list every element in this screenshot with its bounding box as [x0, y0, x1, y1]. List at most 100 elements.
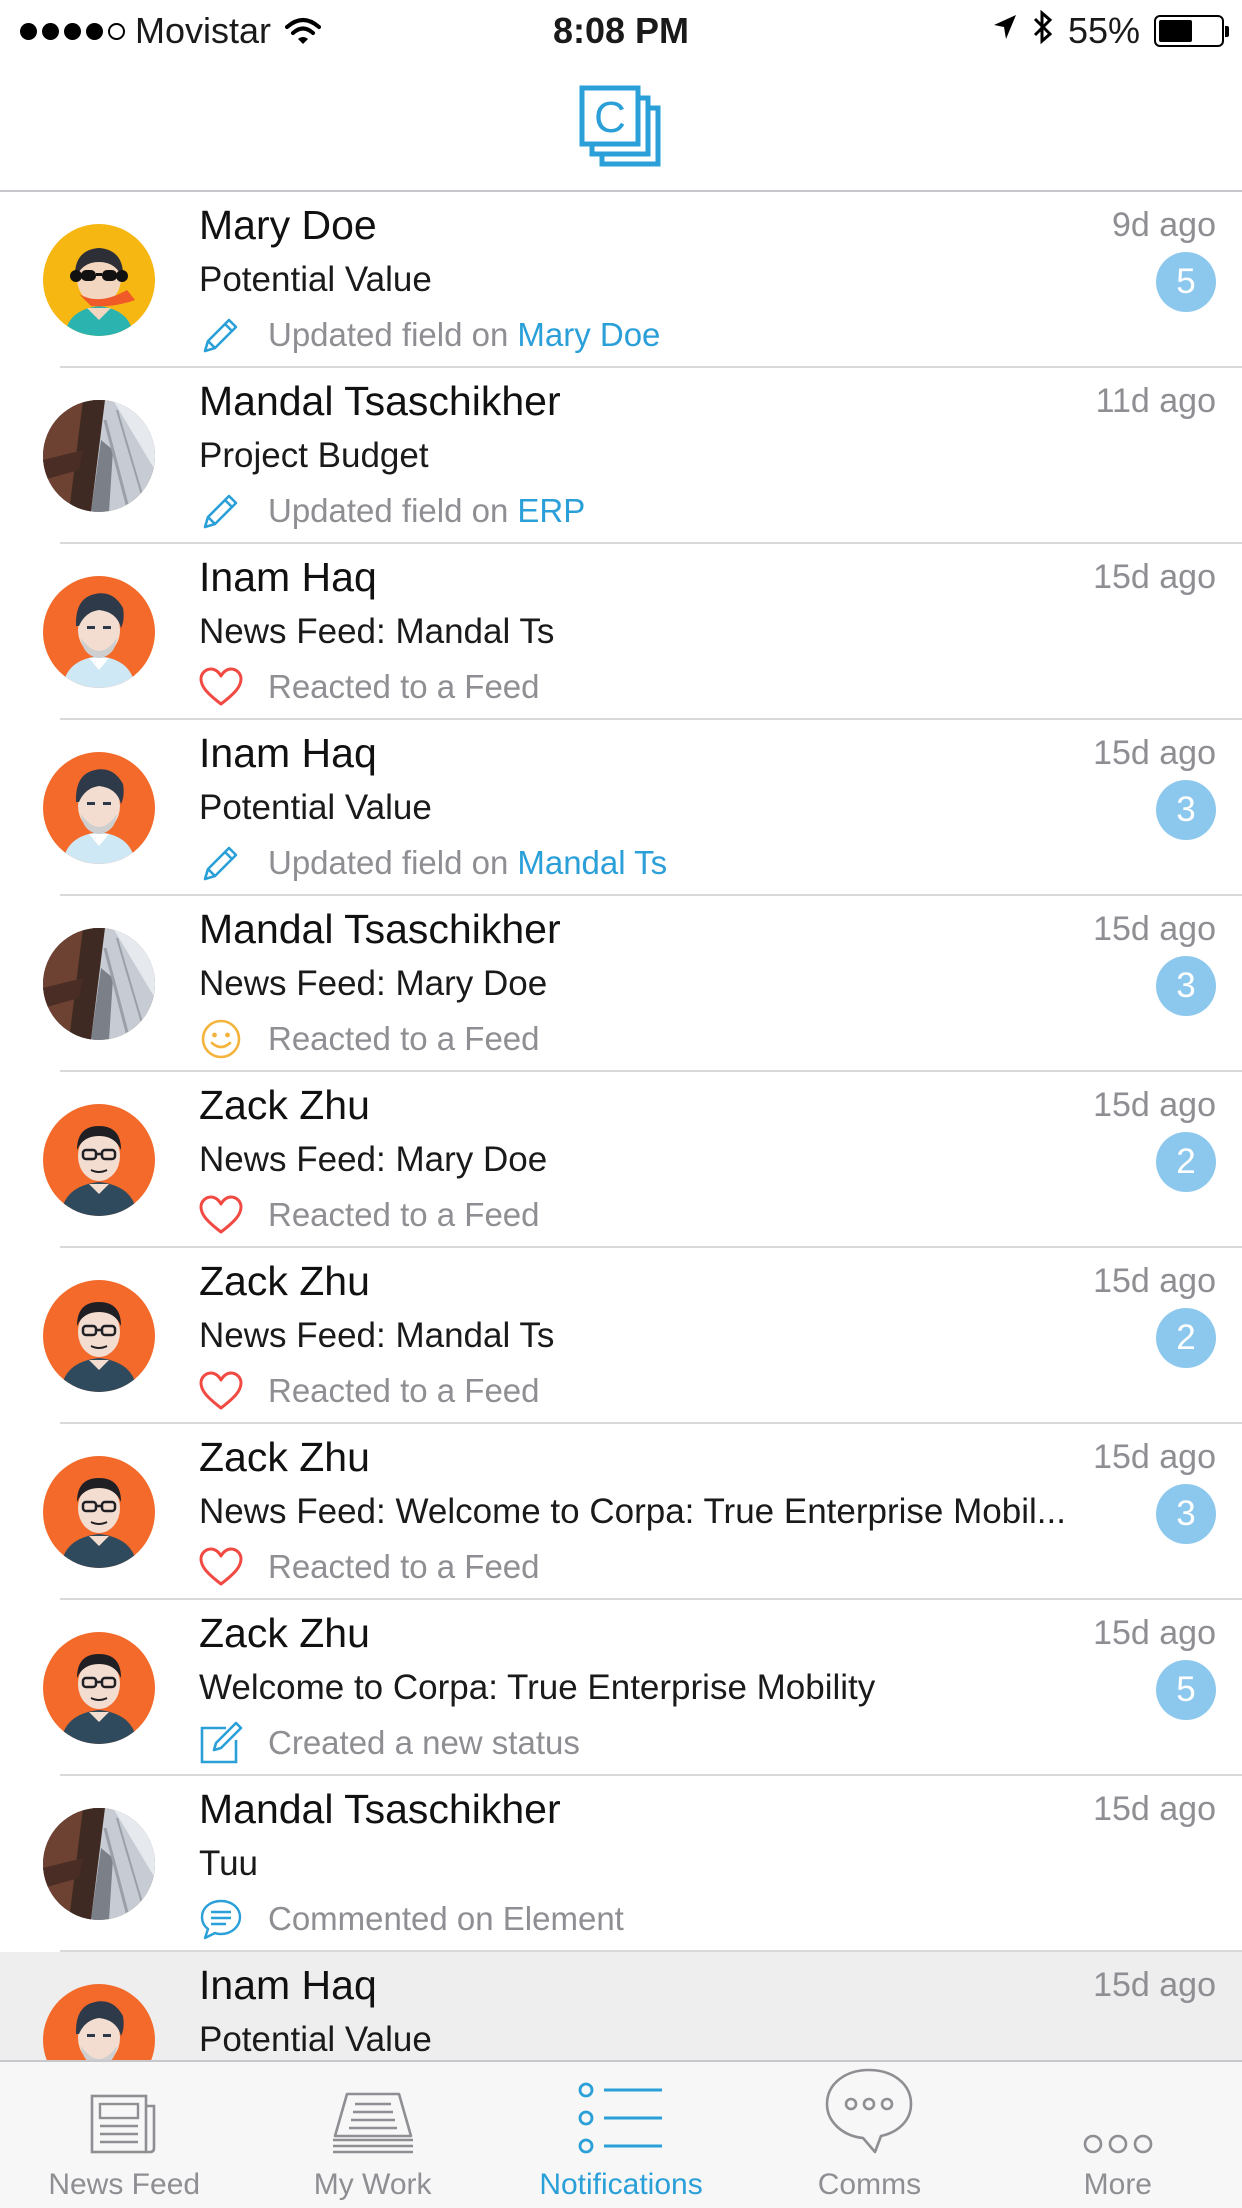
activity-line: Reacted to a Feed — [196, 1366, 540, 1416]
notification-row[interactable]: Zack Zhu 15d ago News Feed: Mandal Ts 2 Reac… — [0, 1248, 1242, 1424]
activity-line: Reacted to a Feed — [196, 1014, 540, 1064]
notification-row[interactable]: Inam Haq 15d ago News Feed: Mandal Ts React… — [0, 544, 1242, 720]
avatar — [43, 752, 155, 864]
tab-label: My Work — [313, 2168, 432, 2201]
tab-bar: News Feed My Work Notifications Comms More — [0, 2060, 1242, 2208]
list-icon — [576, 2062, 666, 2162]
sender-name: Zack Zhu — [199, 1258, 370, 1304]
activity-text: Updated field on — [268, 316, 509, 353]
timestamp: 15d ago — [1093, 1438, 1216, 1476]
sender-name: Mandal Tsaschikher — [199, 378, 561, 424]
activity-line: Updated field on Mary Doe — [196, 310, 660, 360]
tab-label: News Feed — [48, 2168, 201, 2201]
newspaper-icon — [88, 2062, 160, 2162]
avatar — [43, 576, 155, 688]
notification-subject: News Feed: Mandal Ts — [199, 1316, 555, 1355]
notification-row[interactable]: Inam Haq 15d ago Potential Value 3 Updated f… — [0, 720, 1242, 896]
notification-row[interactable]: Mandal Tsaschikher 15d ago Tuu Commented on… — [0, 1776, 1242, 1952]
avatar — [43, 1104, 155, 1216]
notifications-list[interactable]: Mary Doe 9d ago Potential Value 5 Updated fi… — [0, 192, 1242, 2128]
timestamp: 11d ago — [1095, 382, 1216, 420]
app-screen: Movistar 8:08 PM 55% C Mary Doe 9d ago P… — [0, 0, 1242, 2208]
count-badge: 3 — [1156, 1484, 1216, 1544]
heart-icon — [196, 1542, 246, 1592]
activity-text: Reacted to a Feed — [268, 1548, 540, 1585]
heart-icon — [196, 1190, 246, 1240]
location-arrow-icon — [992, 10, 1018, 52]
count-badge: 2 — [1156, 1132, 1216, 1192]
nav-bar: C — [0, 62, 1242, 192]
activity-text: Updated field on — [268, 844, 509, 881]
activity-line: Updated field on ERP — [196, 486, 585, 536]
pencil-icon — [196, 838, 246, 888]
sender-name: Inam Haq — [199, 554, 377, 600]
timestamp: 15d ago — [1093, 1966, 1216, 2004]
sender-name: Zack Zhu — [199, 1434, 370, 1480]
sender-name: Mary Doe — [199, 202, 377, 248]
timestamp: 15d ago — [1093, 1790, 1216, 1828]
notification-row[interactable]: Mary Doe 9d ago Potential Value 5 Updated fi… — [0, 192, 1242, 368]
pencil-icon — [196, 310, 246, 360]
notification-subject: News Feed: Welcome to Corpa: True Enterp… — [199, 1492, 1066, 1531]
inbox-tray-icon — [329, 2062, 417, 2162]
tab-label: Comms — [817, 2168, 922, 2201]
sender-name: Zack Zhu — [199, 1610, 370, 1656]
tab-news-feed[interactable]: News Feed — [0, 2062, 248, 2208]
status-bar: Movistar 8:08 PM 55% — [0, 0, 1242, 62]
notification-subject: Potential Value — [199, 788, 432, 827]
notification-subject: Welcome to Corpa: True Enterprise Mobili… — [199, 1668, 876, 1707]
notification-subject: Potential Value — [199, 2020, 432, 2059]
timestamp: 15d ago — [1093, 558, 1216, 596]
tab-my-work[interactable]: My Work — [248, 2062, 496, 2208]
timestamp: 15d ago — [1093, 1086, 1216, 1124]
tab-label: Notifications — [539, 2168, 703, 2201]
activity-line: Created a new status — [196, 1718, 580, 1768]
activity-text: Reacted to a Feed — [268, 1020, 540, 1057]
battery-percentage: 55% — [1067, 10, 1140, 51]
activity-line: Commented on Element — [196, 1894, 624, 1944]
sender-name: Mandal Tsaschikher — [199, 906, 561, 952]
notification-subject: News Feed: Mandal Ts — [199, 612, 555, 651]
tab-comms[interactable]: Comms — [745, 2062, 993, 2208]
comment-icon — [196, 1894, 246, 1944]
heart-icon — [196, 1366, 246, 1416]
tab-more[interactable]: More — [994, 2062, 1242, 2208]
status-right: 55% — [992, 8, 1229, 54]
activity-line: Reacted to a Feed — [196, 1542, 540, 1592]
activity-text: Reacted to a Feed — [268, 1196, 540, 1233]
notification-subject: News Feed: Mary Doe — [199, 1140, 548, 1179]
battery-icon — [1154, 15, 1229, 47]
avatar — [43, 928, 155, 1040]
count-badge: 3 — [1156, 956, 1216, 1016]
pencil-icon — [196, 486, 246, 536]
sender-name: Inam Haq — [199, 730, 377, 776]
notification-subject: News Feed: Mary Doe — [199, 964, 548, 1003]
notification-row[interactable]: Zack Zhu 15d ago News Feed: Mary Doe 2 React… — [0, 1072, 1242, 1248]
notification-row[interactable]: Mandal Tsaschikher 11d ago Project Budget U… — [0, 368, 1242, 544]
sender-name: Zack Zhu — [199, 1082, 370, 1128]
notification-subject: Project Budget — [199, 436, 429, 475]
activity-text: Created a new status — [268, 1724, 580, 1761]
tab-label: More — [1083, 2168, 1152, 2201]
chat-bubble-icon — [823, 2062, 915, 2162]
compose-icon — [196, 1718, 246, 1768]
sender-name: Mandal Tsaschikher — [199, 1786, 561, 1832]
notification-row[interactable]: Zack Zhu 15d ago News Feed: Welcome to Cor… — [0, 1424, 1242, 1600]
tab-notifications[interactable]: Notifications — [497, 2062, 745, 2208]
activity-target-link[interactable]: Mary Doe — [517, 316, 660, 354]
notification-row[interactable]: Zack Zhu 15d ago Welcome to Corpa: True En… — [0, 1600, 1242, 1776]
activity-text: Reacted to a Feed — [268, 1372, 540, 1409]
activity-text: Commented on Element — [268, 1900, 624, 1937]
activity-line: Reacted to a Feed — [196, 1190, 540, 1240]
avatar — [43, 1456, 155, 1568]
activity-target-link[interactable]: Mandal Ts — [517, 844, 667, 882]
timestamp: 15d ago — [1093, 910, 1216, 948]
count-badge: 5 — [1156, 252, 1216, 312]
avatar — [43, 1280, 155, 1392]
activity-target-link[interactable]: ERP — [517, 492, 585, 530]
notification-subject: Potential Value — [199, 260, 432, 299]
corpa-logo-icon: C — [578, 84, 664, 170]
activity-line: Updated field on Mandal Ts — [196, 838, 667, 888]
bluetooth-icon — [1032, 9, 1054, 53]
notification-row[interactable]: Mandal Tsaschikher 15d ago News Feed: Mary… — [0, 896, 1242, 1072]
